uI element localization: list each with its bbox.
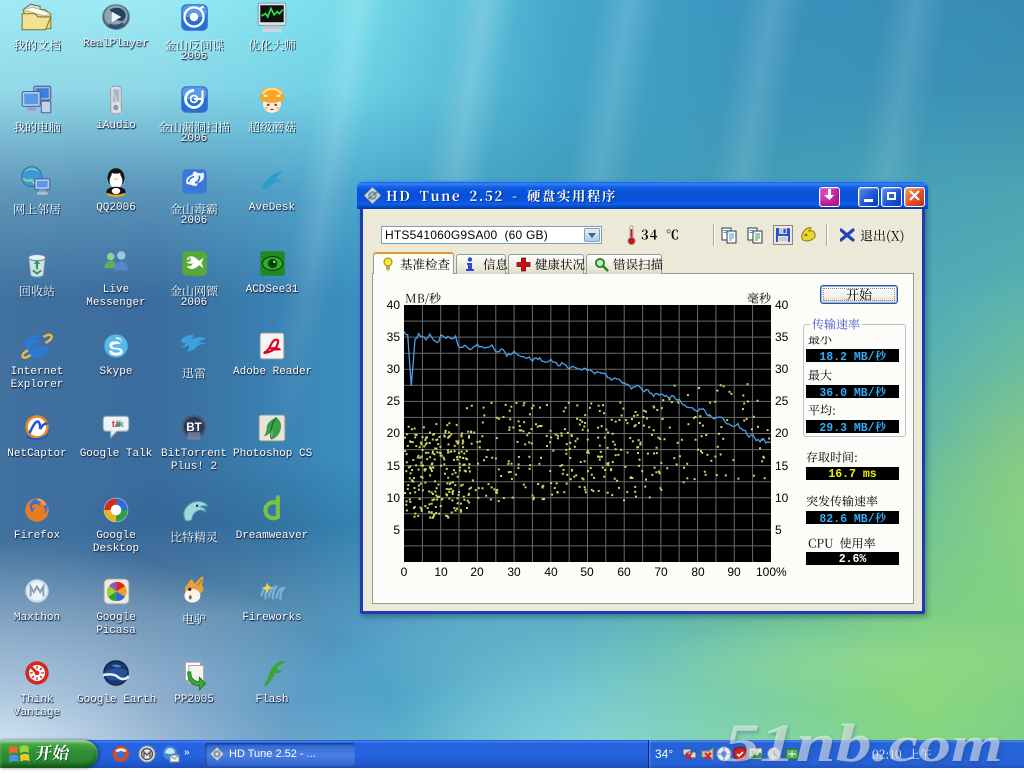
svg-text:BT: BT xyxy=(186,421,202,434)
svg-text:lk: lk xyxy=(116,419,125,430)
